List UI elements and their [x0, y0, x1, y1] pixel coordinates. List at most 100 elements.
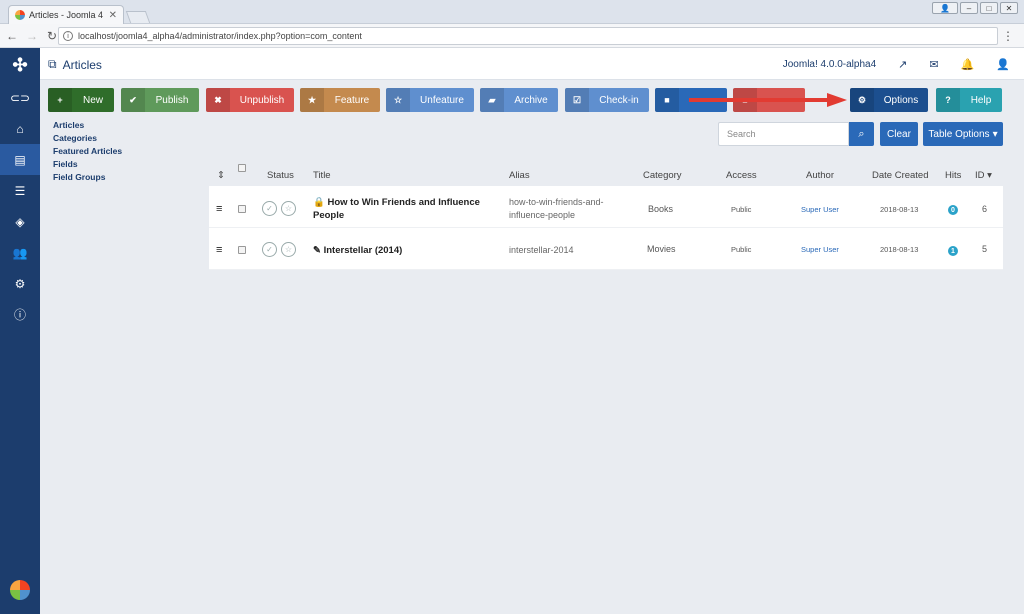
- archive-button[interactable]: ▰ Archive: [480, 88, 558, 112]
- title-text-line2: People: [313, 210, 345, 221]
- info-icon[interactable]: i: [63, 31, 73, 41]
- profile-icon[interactable]: 👤: [932, 2, 958, 14]
- table-options-button[interactable]: Table Options ▾: [923, 122, 1003, 146]
- gear-icon: ⚙: [850, 88, 874, 112]
- minimize-button[interactable]: –: [960, 2, 978, 14]
- title-text: Interstellar (2014): [323, 245, 403, 256]
- featured-star-icon[interactable]: ☆: [281, 201, 296, 216]
- col-date-created[interactable]: Date Created: [872, 170, 929, 181]
- content-icon[interactable]: ▤: [0, 144, 40, 175]
- featured-star-icon[interactable]: ☆: [281, 242, 296, 257]
- browser-menu-icon[interactable]: ⋮: [1002, 29, 1014, 43]
- star-outline-icon: ☆: [386, 88, 410, 112]
- article-category[interactable]: Books: [648, 204, 673, 214]
- clear-button[interactable]: Clear: [880, 122, 918, 146]
- submenu-item-articles[interactable]: Articles: [53, 120, 122, 130]
- col-id[interactable]: ID ▾: [975, 170, 992, 181]
- publish-button[interactable]: ✔ Publish: [121, 88, 199, 112]
- address-bar-row: ← → ↻ i localhost/joomla4_alpha4/adminis…: [0, 24, 1024, 48]
- close-window-button[interactable]: ✕: [1000, 2, 1018, 14]
- article-author[interactable]: Super User: [801, 245, 839, 254]
- col-title[interactable]: Title: [313, 170, 331, 181]
- submenu-item-categories[interactable]: Categories: [53, 133, 122, 143]
- search-icon: ⌕: [858, 127, 865, 140]
- col-access[interactable]: Access: [726, 170, 757, 181]
- users-icon[interactable]: 👥: [0, 237, 40, 268]
- row-checkbox[interactable]: [238, 246, 246, 254]
- search-button[interactable]: ⌕: [849, 122, 874, 146]
- col-author[interactable]: Author: [806, 170, 834, 181]
- mail-icon[interactable]: ✉: [929, 58, 938, 71]
- plus-icon: +: [48, 88, 72, 112]
- checkin-label: Check-in: [599, 94, 639, 106]
- published-status-icon[interactable]: ✓: [262, 242, 277, 257]
- browser-tab[interactable]: Articles - Joomla 4 Test site ✕: [8, 5, 124, 24]
- unfeature-button[interactable]: ☆ Unfeature: [386, 88, 474, 112]
- system-gear-icon[interactable]: ⚙: [0, 268, 40, 299]
- version-label[interactable]: Joomla! 4.0.0-alpha4: [783, 59, 876, 70]
- close-tab-icon[interactable]: ✕: [109, 10, 117, 21]
- article-date: 2018-08-13: [880, 205, 919, 214]
- page-title-text: Articles: [62, 57, 102, 72]
- joomla-logo-icon[interactable]: ✣: [0, 48, 40, 82]
- star-icon: ★: [300, 88, 324, 112]
- forward-icon[interactable]: →: [24, 29, 40, 43]
- sort-icon[interactable]: ⇕: [217, 170, 225, 181]
- home-icon[interactable]: ⌂: [0, 113, 40, 144]
- page-title: ⧉ Articles: [48, 57, 102, 72]
- article-date: 2018-08-13: [880, 245, 919, 254]
- col-status[interactable]: Status: [267, 170, 294, 181]
- help-button[interactable]: ? Help: [936, 88, 1002, 112]
- submenu-item-featured[interactable]: Featured Articles: [53, 146, 122, 156]
- checkin-button[interactable]: ☑ Check-in: [565, 88, 649, 112]
- table-row: ≡ ✓ ☆ 🔒 How to Win Friends and Influence…: [209, 186, 1003, 228]
- admin-sidebar: ✣ ⊂⊃ ⌂ ▤ ☰ ◈ 👥 ⚙ ⓘ: [0, 48, 40, 614]
- help-label: Help: [970, 94, 992, 106]
- menus-icon[interactable]: ☰: [0, 175, 40, 206]
- joomla-brand-icon: [10, 580, 30, 600]
- browser-tab-bar: Articles - Joomla 4 Test site ✕ 👤 – □ ✕: [0, 0, 1024, 24]
- select-all-checkbox[interactable]: [238, 164, 246, 172]
- search-input[interactable]: Search: [718, 122, 849, 146]
- unpublish-button[interactable]: ✖ Unpublish: [206, 88, 294, 112]
- article-title[interactable]: ✎ Interstellar (2014): [313, 244, 402, 257]
- maximize-button[interactable]: □: [980, 2, 998, 14]
- toggle-menu-icon[interactable]: ⊂⊃: [0, 82, 40, 113]
- browser-tab-title: Articles - Joomla 4 Test site: [29, 10, 105, 20]
- submenu-item-fields[interactable]: Fields: [53, 159, 122, 169]
- window-controls: 👤 – □ ✕: [932, 2, 1018, 14]
- new-tab-button[interactable]: [125, 11, 151, 23]
- help-info-icon[interactable]: ⓘ: [0, 299, 40, 330]
- drag-handle-icon[interactable]: ≡: [216, 244, 222, 256]
- components-icon[interactable]: ◈: [0, 206, 40, 237]
- article-access: Public: [731, 205, 752, 214]
- bell-icon[interactable]: 🔔: [961, 58, 975, 71]
- new-button[interactable]: + New: [48, 88, 114, 112]
- user-icon[interactable]: 👤: [996, 58, 1010, 71]
- options-button[interactable]: ⚙ Options: [850, 88, 928, 112]
- published-status-icon[interactable]: ✓: [262, 201, 277, 216]
- article-access: Public: [731, 245, 752, 254]
- article-author[interactable]: Super User: [801, 205, 839, 214]
- caret-down-icon: ▾: [987, 170, 992, 181]
- new-label: New: [82, 94, 103, 106]
- external-link-icon[interactable]: ↗: [898, 58, 907, 71]
- feature-button[interactable]: ★ Feature: [300, 88, 380, 112]
- folder-icon: ▰: [480, 88, 504, 112]
- content-submenu: Articles Categories Featured Articles Fi…: [53, 120, 122, 182]
- admin-header: ⧉ Articles Joomla! 4.0.0-alpha4 ↗ ✉ 🔔 👤: [40, 48, 1024, 80]
- article-category[interactable]: Movies: [647, 244, 676, 254]
- article-id: 5: [982, 244, 988, 254]
- drag-handle-icon[interactable]: ≡: [216, 203, 222, 215]
- url-field[interactable]: i localhost/joomla4_alpha4/administrator…: [58, 27, 998, 45]
- article-hits: 0: [948, 205, 958, 215]
- submenu-item-field-groups[interactable]: Field Groups: [53, 172, 122, 182]
- col-category[interactable]: Category: [643, 170, 682, 181]
- col-hits[interactable]: Hits: [945, 170, 961, 181]
- title-text: How to Win Friends and Influence: [327, 197, 480, 208]
- options-label: Options: [883, 94, 919, 106]
- back-icon[interactable]: ←: [4, 29, 20, 43]
- article-title[interactable]: 🔒 How to Win Friends and Influence Peopl…: [313, 196, 480, 222]
- row-checkbox[interactable]: [238, 205, 246, 213]
- col-alias[interactable]: Alias: [509, 170, 530, 181]
